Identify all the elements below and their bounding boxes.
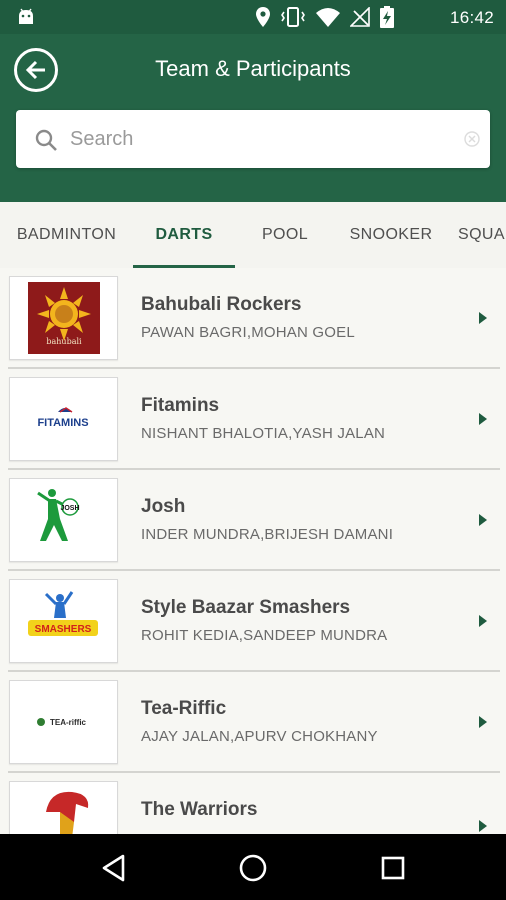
sport-tabs: BADMINTON DARTS POOL SNOOKER SQUA [0, 202, 506, 268]
team-row[interactable]: TEA-riffic Tea-Riffic AJAY JALAN,APURV C… [8, 672, 500, 773]
home-circle-icon [239, 854, 267, 882]
bahubali-logo-graphic: bahubali [28, 282, 100, 354]
system-nav-bar [0, 834, 506, 900]
team-row[interactable]: FITAMINS Fitamins NISHANT BHALOTIA,YASH … [8, 369, 500, 470]
status-time: 16:42 [449, 8, 494, 27]
recents-square-icon [381, 856, 405, 880]
nav-back-button[interactable] [96, 850, 132, 886]
tea-riffic-logo-text: TEA-riffic [50, 718, 87, 727]
team-name: The Warriors [141, 799, 258, 820]
team-members: ROHIT KEDIA,SANDEEP MUNDRA [141, 627, 388, 644]
smashers-logo: SMASHERS [9, 579, 118, 663]
team-row[interactable]: SMASHERS Style Baazar Smashers ROHIT KED… [8, 571, 500, 672]
tab-darts[interactable]: DARTS [133, 202, 235, 268]
team-members: NISHANT BHALOTIA,YASH JALAN [141, 425, 386, 442]
bahubali-logo: bahubali [9, 276, 118, 360]
team-name: Fitamins [141, 395, 220, 416]
tea-riffic-logo: TEA-riffic [9, 680, 118, 764]
location-icon [256, 7, 270, 27]
tab-snooker[interactable]: SNOOKER [335, 202, 447, 268]
team-name: Josh [141, 496, 186, 517]
vibrate-icon [281, 7, 305, 27]
team-members: PAWAN BAGRI,MOHAN GOEL [141, 324, 355, 341]
chevron-right-icon [479, 312, 487, 324]
warriors-logo-graphic [46, 791, 89, 834]
search-bar[interactable] [16, 110, 490, 168]
search-input[interactable] [70, 120, 450, 158]
bahubali-logo-text: bahubali [46, 337, 82, 346]
warriors-logo [9, 781, 118, 834]
team-name: Tea-Riffic [141, 698, 227, 719]
wifi-icon [316, 8, 340, 27]
search-icon [35, 129, 57, 151]
nav-recents-button[interactable] [375, 850, 411, 886]
page-title: Team & Participants [155, 56, 351, 81]
fitamins-logo-graphic: FITAMINS [37, 407, 89, 429]
team-name: Style Baazar Smashers [141, 597, 351, 618]
back-triangle-icon [102, 854, 125, 882]
battery-charging-icon [380, 6, 394, 28]
chevron-right-icon [479, 615, 487, 627]
screen: 16:42 Team & Participants BADMINTON [0, 0, 506, 900]
tea-riffic-logo-graphic: TEA-riffic [37, 718, 87, 727]
chevron-right-icon [479, 413, 487, 425]
fitamins-logo-text: FITAMINS [37, 417, 88, 429]
android-icon [19, 8, 33, 24]
team-list: bahubali Bahubali Rockers PAWAN BAGRI,MO… [0, 268, 506, 834]
tab-squash[interactable]: SQUA [458, 202, 506, 268]
team-members: INDER MUNDRA,BRIJESH DAMANI [141, 526, 394, 543]
team-row[interactable]: bahubali Bahubali Rockers PAWAN BAGRI,MO… [8, 268, 500, 369]
chevron-right-icon [479, 514, 487, 526]
clear-search-icon[interactable] [464, 131, 480, 147]
chevron-right-icon [479, 820, 487, 832]
app-bar: Team & Participants [0, 34, 506, 202]
josh-logo-graphic: JOSH [37, 489, 80, 541]
chevron-right-icon [479, 716, 487, 728]
system-icons [256, 6, 394, 28]
fitamins-logo: FITAMINS [9, 377, 118, 461]
josh-logo-text: JOSH [60, 505, 79, 512]
no-signal-icon [350, 7, 370, 27]
team-row[interactable]: The Warriors [8, 773, 500, 834]
team-name: Bahubali Rockers [141, 294, 302, 315]
status-bar: 16:42 [0, 0, 506, 34]
team-members: AJAY JALAN,APURV CHOKHANY [141, 728, 378, 745]
nav-home-button[interactable] [235, 850, 271, 886]
josh-logo: JOSH [9, 478, 118, 562]
tab-pool[interactable]: POOL [235, 202, 335, 268]
team-row[interactable]: JOSH Josh INDER MUNDRA,BRIJESH DAMANI [8, 470, 500, 571]
smashers-logo-text: SMASHERS [35, 624, 92, 635]
tab-badminton[interactable]: BADMINTON [0, 202, 133, 268]
smashers-logo-graphic: SMASHERS [28, 591, 98, 636]
